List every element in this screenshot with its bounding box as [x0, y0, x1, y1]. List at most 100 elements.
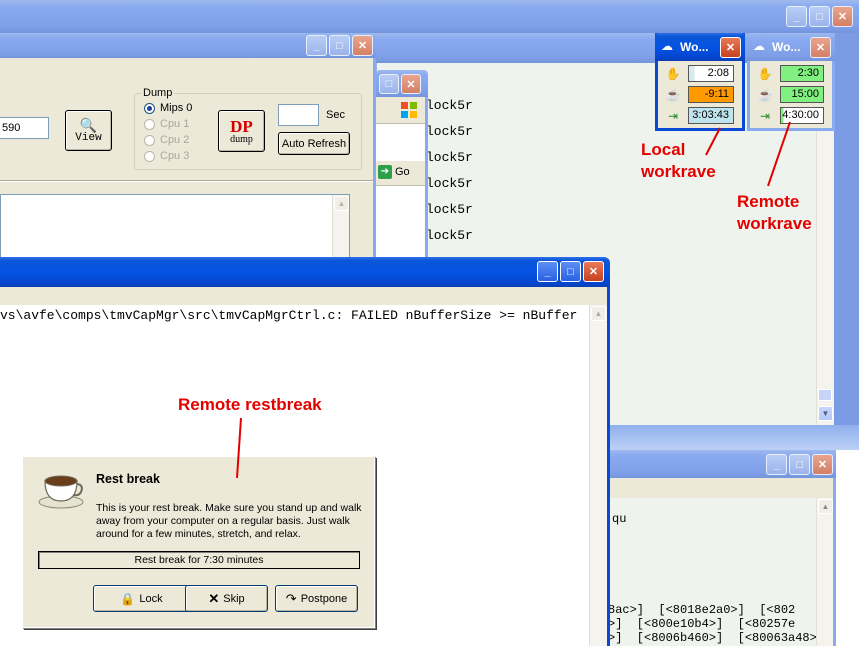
close-button[interactable]: ✕	[810, 37, 831, 58]
view-button[interactable]: 🔍 View	[65, 110, 112, 151]
minimize-button[interactable]: _	[537, 261, 558, 282]
dp-label: DP	[230, 116, 253, 136]
log-line: lock5r	[426, 202, 473, 217]
annotation-remote-line1: Remote	[737, 192, 800, 211]
postpone-icon: ↷	[285, 590, 297, 606]
close-button[interactable]: ✕	[352, 35, 373, 56]
radio-label: Cpu 2	[160, 134, 190, 146]
dump-window-divider	[0, 180, 373, 182]
micro-break-row: ✋ 2:30	[756, 64, 826, 83]
close-button[interactable]: ✕	[720, 37, 741, 58]
small-window-body: ➔ Go	[376, 97, 428, 257]
radio-dot	[144, 150, 155, 162]
workrave-remote-title: Wo...	[772, 40, 801, 54]
radio-dot	[144, 134, 155, 146]
rest-break-timer: -9:11	[688, 86, 734, 103]
dump-text-area: ▲	[0, 194, 350, 259]
sec-label: Sec	[326, 109, 345, 121]
log-line: lock5r	[426, 176, 473, 191]
dump-scrollbar[interactable]: ▲	[332, 195, 349, 259]
trace-line: >] [<8006b460>] [<80063a48>	[608, 631, 816, 645]
workrave-local-window: ☁ Wo... ✕ ✋ 2:08 ☕ -9:11 ⇥ 3:03:43	[655, 33, 745, 131]
progress-label: Rest break for 7:30 minutes	[134, 554, 264, 566]
dp-dump-button[interactable]: DP dump	[218, 110, 265, 152]
separator	[376, 123, 425, 161]
radio-cpu1[interactable]: Cpu 1	[144, 118, 189, 130]
sheep-icon: ☁	[661, 39, 673, 53]
close-button[interactable]: ✕	[832, 6, 853, 27]
windows-logo-icon	[400, 101, 418, 119]
radio-label: Mips 0	[160, 102, 193, 114]
console-window-titlebar	[0, 257, 610, 287]
trace-scrollbar[interactable]: ▲	[816, 498, 833, 646]
maximize-button[interactable]: □	[379, 74, 399, 94]
coffee-icon: ☕	[665, 87, 681, 102]
dump-window-buttons: _ □ ✕	[306, 35, 373, 56]
radio-cpu3[interactable]: Cpu 3	[144, 150, 189, 162]
minimize-button[interactable]: _	[786, 6, 807, 27]
scroll-up-arrow[interactable]: ▲	[334, 196, 349, 211]
close-button[interactable]: ✕	[583, 261, 604, 282]
radio-dot	[144, 118, 155, 130]
daily-limit-timer: 4:30:00	[780, 107, 824, 124]
radio-dot	[144, 102, 155, 114]
console-scrollbar[interactable]: ▲	[589, 305, 607, 646]
rest-break-row: ☕ 15:00	[756, 85, 826, 104]
micro-break-row: ✋ 2:08	[664, 64, 736, 83]
minimize-button[interactable]: _	[306, 35, 327, 56]
rest-break-row: ☕ -9:11	[664, 85, 736, 104]
dump-label: dump	[230, 133, 253, 145]
daily-limit-row: ⇥ 3:03:43	[664, 106, 736, 125]
workrave-remote-window: ☁ Wo... ✕ ✋ 2:30 ☕ 15:00 ⇥ 4:30:00	[747, 33, 835, 131]
dump-window-body: 590 🔍 View Dump Mips 0 Cpu 1 Cpu 2 Cpu 3…	[0, 58, 376, 259]
auto-refresh-button[interactable]: Auto Refresh	[278, 132, 350, 155]
postpone-button[interactable]: ↷ Postpone	[275, 585, 358, 612]
workrave-local-title: Wo...	[680, 40, 709, 54]
radio-label: Cpu 3	[160, 150, 190, 162]
scroll-up-arrow[interactable]: ▲	[818, 499, 833, 514]
log-line: lock5r	[426, 124, 473, 139]
maximize-button[interactable]: □	[809, 6, 830, 27]
magnifier-icon: 🔍	[79, 116, 98, 133]
trace-window-buttons: _ □ ✕	[766, 454, 833, 475]
view-label: View	[75, 131, 102, 144]
maximize-button[interactable]: □	[789, 454, 810, 475]
lock-button[interactable]: 🔒 Lock	[93, 585, 190, 612]
top-window-titlebar	[0, 0, 859, 33]
scroll-up-arrow[interactable]: ▲	[591, 306, 606, 321]
sec-input[interactable]	[278, 104, 319, 126]
coffee-cup-icon	[37, 469, 85, 509]
lock-label: Lock	[139, 592, 163, 605]
log-line: lock5r	[426, 228, 473, 243]
dump-group-label: Dump	[141, 87, 175, 99]
log-line: lock5r	[426, 150, 473, 165]
skip-button[interactable]: ✕ Skip	[185, 585, 268, 612]
scroll-down-arrow[interactable]: ▼	[818, 406, 833, 421]
go-arrow-icon: ➔	[378, 165, 392, 179]
daily-limit-row: ⇥ 4:30:00	[756, 106, 826, 125]
scroll-thumb[interactable]	[818, 389, 832, 401]
rest-break-title: Rest break	[96, 472, 160, 486]
radio-label: Cpu 1	[160, 118, 190, 130]
maximize-button[interactable]: □	[560, 261, 581, 282]
hand-icon: ✋	[665, 66, 681, 81]
address-field[interactable]: 590	[0, 117, 49, 139]
go-button[interactable]: ➔ Go	[378, 165, 410, 179]
postpone-label: Postpone	[300, 592, 348, 605]
small-window-buttons: □ ✕	[379, 74, 421, 94]
close-button[interactable]: ✕	[401, 74, 421, 94]
top-window-buttons: _ □ ✕	[786, 6, 853, 27]
maximize-button[interactable]: □	[329, 35, 350, 56]
hand-icon: ✋	[757, 66, 773, 81]
annotation-local-line2: workrave	[641, 162, 716, 181]
sheep-icon: ☁	[753, 39, 765, 53]
rest-break-dialog: Rest break This is your rest break. Make…	[22, 456, 375, 628]
annotation-local-line1: Local	[641, 140, 686, 159]
close-button[interactable]: ✕	[812, 454, 833, 475]
radio-cpu2[interactable]: Cpu 2	[144, 134, 189, 146]
minimize-button[interactable]: _	[766, 454, 787, 475]
micro-break-timer: 2:30	[780, 65, 824, 82]
lock-icon: 🔒	[120, 591, 136, 606]
trace-line: >] [<800e10b4>] [<80257e	[608, 617, 796, 631]
radio-mips0[interactable]: Mips 0	[144, 102, 192, 114]
